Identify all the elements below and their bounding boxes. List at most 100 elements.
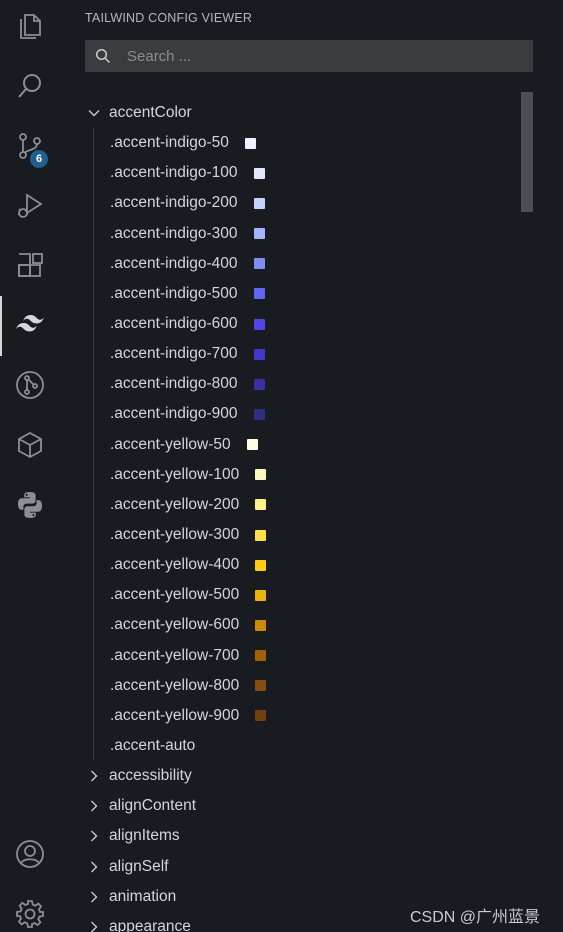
tree-group-alignSelf[interactable]: alignSelf	[85, 852, 525, 882]
tree-item[interactable]: .accent-yellow-700	[85, 641, 525, 671]
vscode-window: 6 TAILWIND CONFIG VIEWER Search ... acce…	[0, 0, 563, 932]
tree-item[interactable]: .accent-indigo-900	[85, 399, 525, 429]
account-icon[interactable]	[0, 826, 60, 882]
tree-item[interactable]: .accent-yellow-800	[85, 671, 525, 701]
tree-item[interactable]: .accent-yellow-400	[85, 550, 525, 580]
activity-bar: 6	[0, 0, 60, 932]
tailwind-config-viewer-panel: TAILWIND CONFIG VIEWER accentColor .acce…	[60, 0, 563, 932]
tree-item[interactable]: .accent-indigo-400	[85, 249, 525, 279]
tailwind-icon[interactable]	[0, 296, 60, 356]
tree-item-label: .accent-yellow-300	[110, 526, 240, 544]
color-swatch	[255, 589, 267, 601]
tree-group-accentColor[interactable]: accentColor	[85, 98, 525, 128]
tree-group-label: accentColor	[109, 104, 192, 122]
explorer-icon[interactable]	[0, 0, 60, 54]
tree-item-label: .accent-indigo-50	[110, 134, 229, 152]
tree-item[interactable]: .accent-yellow-300	[85, 520, 525, 550]
chevron-right-icon[interactable]	[85, 791, 109, 821]
tree-item[interactable]: .accent-indigo-700	[85, 339, 525, 369]
python-icon[interactable]	[0, 477, 60, 533]
tree-item[interactable]: .accent-yellow-900	[85, 701, 525, 731]
tree-item-label: .accent-yellow-500	[110, 586, 240, 604]
tree-item-label: .accent-indigo-900	[110, 405, 238, 423]
tree-group-label: alignContent	[109, 797, 197, 815]
watermark: CSDN @广州蓝景	[410, 909, 541, 926]
tree-item[interactable]: .accent-auto	[85, 731, 525, 761]
search-icon[interactable]	[0, 58, 60, 114]
tree-group-children: .accent-indigo-50 .accent-indigo-100 .acce…	[85, 128, 525, 762]
chevron-right-icon[interactable]	[85, 821, 109, 851]
tree-item[interactable]: .accent-indigo-500	[85, 279, 525, 309]
panel-title: TAILWIND CONFIG VIEWER	[85, 11, 253, 25]
tree-item-label: .accent-yellow-100	[110, 465, 240, 483]
tree-group-label: appearance	[109, 917, 191, 932]
color-swatch	[255, 680, 267, 692]
tree-item[interactable]: .accent-indigo-200	[85, 188, 525, 218]
tree-group-label: accessibility	[109, 767, 192, 785]
tree-item-label: .accent-auto	[110, 737, 196, 755]
tree-item-label: .accent-indigo-700	[110, 345, 238, 363]
chevron-right-icon[interactable]	[85, 912, 109, 932]
chevron-down-icon[interactable]	[85, 98, 109, 128]
color-swatch	[253, 167, 265, 179]
tree-group-accessibility[interactable]: accessibility	[85, 761, 525, 791]
color-swatch	[253, 348, 265, 360]
config-tree: accentColor .accent-indigo-50 .accent-ind…	[85, 98, 525, 932]
color-swatch	[253, 228, 265, 240]
color-swatch	[255, 559, 267, 571]
tree-item[interactable]: .accent-yellow-50	[85, 430, 525, 460]
color-swatch	[253, 197, 265, 209]
chevron-right-icon[interactable]	[85, 882, 109, 912]
tree-group-label: alignItems	[109, 827, 180, 845]
tree-item-label: .accent-yellow-700	[110, 646, 240, 664]
color-swatch	[255, 650, 267, 662]
source-control-icon[interactable]: 6	[0, 118, 60, 174]
settings-gear-icon[interactable]	[0, 886, 60, 932]
tree-item-label: .accent-indigo-500	[110, 284, 238, 302]
color-swatch	[253, 318, 265, 330]
extensions-icon[interactable]	[0, 238, 60, 294]
tree-item-label: .accent-indigo-300	[110, 224, 238, 242]
tree-item-label: .accent-indigo-600	[110, 315, 238, 333]
color-swatch	[246, 439, 258, 451]
tree-group-alignItems[interactable]: alignItems	[85, 821, 525, 851]
color-swatch	[255, 469, 267, 481]
tree-item[interactable]: .accent-yellow-100	[85, 460, 525, 490]
tree-item-label: .accent-indigo-200	[110, 194, 238, 212]
color-swatch	[244, 137, 256, 149]
search-field-icon	[95, 48, 111, 64]
search-input[interactable]	[127, 40, 523, 72]
tree-item-label: .accent-yellow-400	[110, 556, 240, 574]
color-swatch	[255, 619, 267, 631]
tree-group-label: alignSelf	[109, 857, 169, 875]
color-swatch	[255, 710, 267, 722]
chevron-right-icon[interactable]	[85, 761, 109, 791]
tree-item[interactable]: .accent-indigo-50	[85, 128, 525, 158]
git-graph-icon[interactable]	[0, 357, 60, 413]
tree-item[interactable]: .accent-indigo-100	[85, 158, 525, 188]
tree-item-label: .accent-indigo-100	[110, 164, 238, 182]
tree-item[interactable]: .accent-indigo-800	[85, 369, 525, 399]
chevron-right-icon[interactable]	[85, 852, 109, 882]
tree-item[interactable]: .accent-indigo-300	[85, 219, 525, 249]
tree-item[interactable]: .accent-yellow-600	[85, 610, 525, 640]
color-swatch	[253, 258, 265, 270]
tree-item-label: .accent-indigo-800	[110, 375, 238, 393]
tree-item[interactable]: .accent-yellow-500	[85, 580, 525, 610]
tree-group-alignContent[interactable]: alignContent	[85, 791, 525, 821]
tree-item-label: .accent-yellow-600	[110, 616, 240, 634]
tree-item-label: .accent-yellow-200	[110, 495, 240, 513]
color-swatch	[253, 288, 265, 300]
color-swatch	[253, 408, 265, 420]
tree-item[interactable]: .accent-yellow-200	[85, 490, 525, 520]
run-debug-icon[interactable]	[0, 178, 60, 234]
color-swatch	[255, 499, 267, 511]
package-icon[interactable]	[0, 417, 60, 473]
tree-item-label: .accent-indigo-400	[110, 254, 238, 272]
color-swatch	[255, 529, 267, 541]
tree-item-label: .accent-yellow-900	[110, 706, 240, 724]
tree-item-label: .accent-yellow-50	[110, 435, 231, 453]
search-box	[85, 40, 533, 72]
vertical-scrollbar-thumb[interactable]	[521, 92, 533, 212]
tree-item[interactable]: .accent-indigo-600	[85, 309, 525, 339]
